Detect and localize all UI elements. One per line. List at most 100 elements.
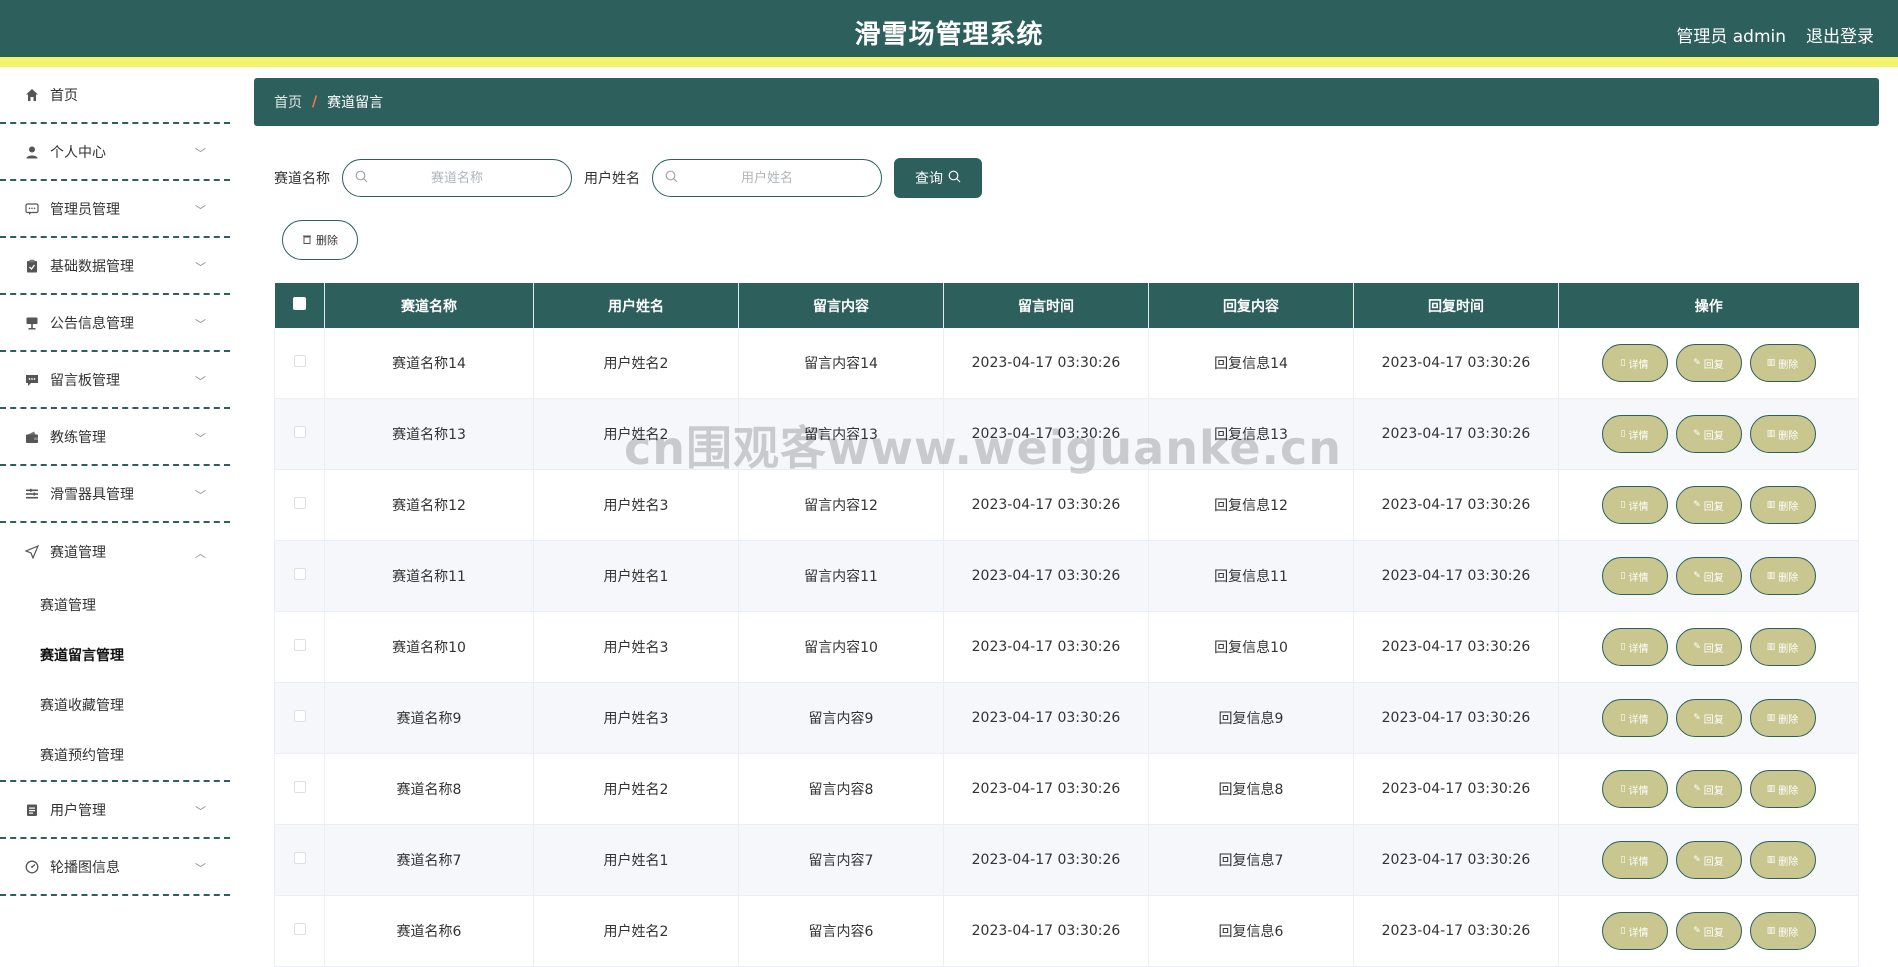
table-cell-reply: 回复信息7 [1148,824,1354,896]
detail-button[interactable]: ▯ 详情 [1601,415,1668,453]
reply-button[interactable]: ✎ 回复 [1675,628,1742,666]
row-actions: ▯ 详情 ✎ 回复 ▥ 删除 [1558,824,1859,896]
table-cell-reply: 回复信息11 [1148,540,1354,612]
detail-label: 详情 [1628,430,1649,442]
document-icon: ▯ [1620,926,1626,936]
reply-label: 回复 [1703,501,1724,513]
delete-label: 删除 [1778,856,1799,868]
row-checkbox[interactable] [293,710,306,722]
row-checkbox[interactable] [293,852,306,864]
row-checkbox[interactable] [293,639,306,651]
document-icon: ▯ [1620,571,1626,581]
table-row: 赛道名称8 用户姓名2 留言内容8 2023-04-17 03:30:26 回复信息8 2… [274,753,1859,825]
table-cell-time: 2023-04-17 03:30:26 [943,753,1149,825]
table-cell-user: 用户姓名3 [533,611,739,683]
reply-label: 回复 [1703,785,1724,797]
search-bar: 赛道名称 用户姓名 查询 [274,158,982,198]
reply-label: 回复 [1703,714,1724,726]
row-checkbox[interactable] [293,781,306,793]
reply-button[interactable]: ✎ 回复 [1675,557,1742,595]
chevron-down-icon: ﹀ [195,146,206,160]
sidebar-item-admin[interactable]: 管理员管理 ﹀ [0,181,230,238]
detail-button[interactable]: ▯ 详情 [1601,770,1668,808]
table-cell-reply: 回复信息6 [1148,895,1354,967]
row-checkbox[interactable] [293,426,306,438]
sidebar-item-coach[interactable]: 教练管理 ﹀ [0,409,230,466]
table-row: 赛道名称11 用户姓名1 留言内容11 2023-04-17 03:30:26 回复信息… [274,540,1859,612]
reply-button[interactable]: ✎ 回复 [1675,770,1742,808]
row-checkbox[interactable] [293,355,306,367]
table-cell-time: 2023-04-17 03:30:26 [943,611,1149,683]
document-icon: ▯ [1620,855,1626,865]
row-actions: ▯ 详情 ✎ 回复 ▥ 删除 [1558,469,1859,541]
table-cell-user: 用户姓名2 [533,753,739,825]
user-name-input[interactable] [653,169,881,187]
reply-button[interactable]: ✎ 回复 [1675,699,1742,737]
reply-button[interactable]: ✎ 回复 [1675,344,1742,382]
row-checkbox[interactable] [293,923,306,935]
sidebar-item-label: 个人中心 [50,144,106,161]
submenu-track-manage[interactable]: 赛道管理 [0,580,230,630]
delete-label: 删除 [1778,785,1799,797]
sidebar-item-equipment[interactable]: 滑雪器具管理 ﹀ [0,466,230,523]
detail-button[interactable]: ▯ 详情 [1601,557,1668,595]
trash-icon: ▥ [1766,784,1776,794]
detail-button[interactable]: ▯ 详情 [1601,486,1668,524]
delete-button[interactable]: ▥ 删除 [1749,486,1816,524]
reply-button[interactable]: ✎ 回复 [1675,415,1742,453]
sidebar-item-users[interactable]: 用户管理 ﹀ [0,782,230,839]
sidebar-item-base-data[interactable]: 基础数据管理 ﹀ [0,238,230,295]
reply-button[interactable]: ✎ 回复 [1675,841,1742,879]
sidebar-item-label: 基础数据管理 [50,258,134,275]
delete-button[interactable]: ▥ 删除 [1749,699,1816,737]
row-checkbox[interactable] [293,568,306,580]
table-row: 赛道名称12 用户姓名3 留言内容12 2023-04-17 03:30:26 回复信息… [274,469,1859,541]
document-icon: ▯ [1620,784,1626,794]
track-name-input[interactable] [343,169,571,187]
detail-button[interactable]: ▯ 详情 [1601,699,1668,737]
table-cell-track: 赛道名称13 [324,398,534,470]
reply-button[interactable]: ✎ 回复 [1675,912,1742,950]
sidebar-item-track[interactable]: 赛道管理 ︿ [0,523,230,580]
delete-button[interactable]: ▥ 删除 [1749,841,1816,879]
delete-button[interactable]: ▥ 删除 [1749,415,1816,453]
search-icon [355,170,368,187]
detail-button[interactable]: ▯ 详情 [1601,344,1668,382]
reply-button[interactable]: ✎ 回复 [1675,486,1742,524]
delete-button[interactable]: ▥ 删除 [1749,557,1816,595]
sidebar-item-home[interactable]: 首页 [0,67,230,124]
table-cell-content: 留言内容6 [738,895,944,967]
select-all-checkbox[interactable] [292,297,306,310]
query-button[interactable]: 查询 [894,158,982,198]
row-select-cell [274,328,325,399]
sidebar-item-notice[interactable]: 公告信息管理 ﹀ [0,295,230,352]
sidebar-item-carousel[interactable]: 轮播图信息 ﹀ [0,839,230,896]
delete-button[interactable]: ▥ 删除 [1749,770,1816,808]
table-row: 赛道名称6 用户姓名2 留言内容6 2023-04-17 03:30:26 回复信息6 2… [274,895,1859,967]
logout-link[interactable]: 退出登录 [1806,22,1874,47]
batch-delete-button[interactable]: 删除 [282,220,358,260]
row-actions: ▯ 详情 ✎ 回复 ▥ 删除 [1558,611,1859,683]
row-select-cell [274,611,325,683]
submenu-track-favorite[interactable]: 赛道收藏管理 [0,680,230,730]
delete-button[interactable]: ▥ 删除 [1749,912,1816,950]
sidebar-item-profile[interactable]: 个人中心 ﹀ [0,124,230,181]
sidebar-item-label: 滑雪器具管理 [50,486,134,503]
table-header-row: 赛道名称 用户姓名 留言内容 留言时间 回复内容 回复时间 操作 [274,283,1859,328]
table-cell-user: 用户姓名1 [533,540,739,612]
breadcrumb-home[interactable]: 首页 [274,92,302,112]
row-checkbox[interactable] [293,497,306,509]
detail-button[interactable]: ▯ 详情 [1601,628,1668,666]
detail-button[interactable]: ▯ 详情 [1601,912,1668,950]
table-cell-reply_time: 2023-04-17 03:30:26 [1353,540,1559,612]
breadcrumb-current: 赛道留言 [327,95,384,111]
submenu-track-booking[interactable]: 赛道预约管理 [0,730,230,780]
trash-icon: ▥ [1766,429,1776,439]
sidebar-item-label: 用户管理 [50,802,106,819]
sidebar-item-message-board[interactable]: 留言板管理 ﹀ [0,352,230,409]
delete-button[interactable]: ▥ 删除 [1749,344,1816,382]
submenu-track-message[interactable]: 赛道留言管理 [0,630,230,680]
detail-button[interactable]: ▯ 详情 [1601,841,1668,879]
delete-button[interactable]: ▥ 删除 [1749,628,1816,666]
edit-icon: ✎ [1693,784,1701,794]
